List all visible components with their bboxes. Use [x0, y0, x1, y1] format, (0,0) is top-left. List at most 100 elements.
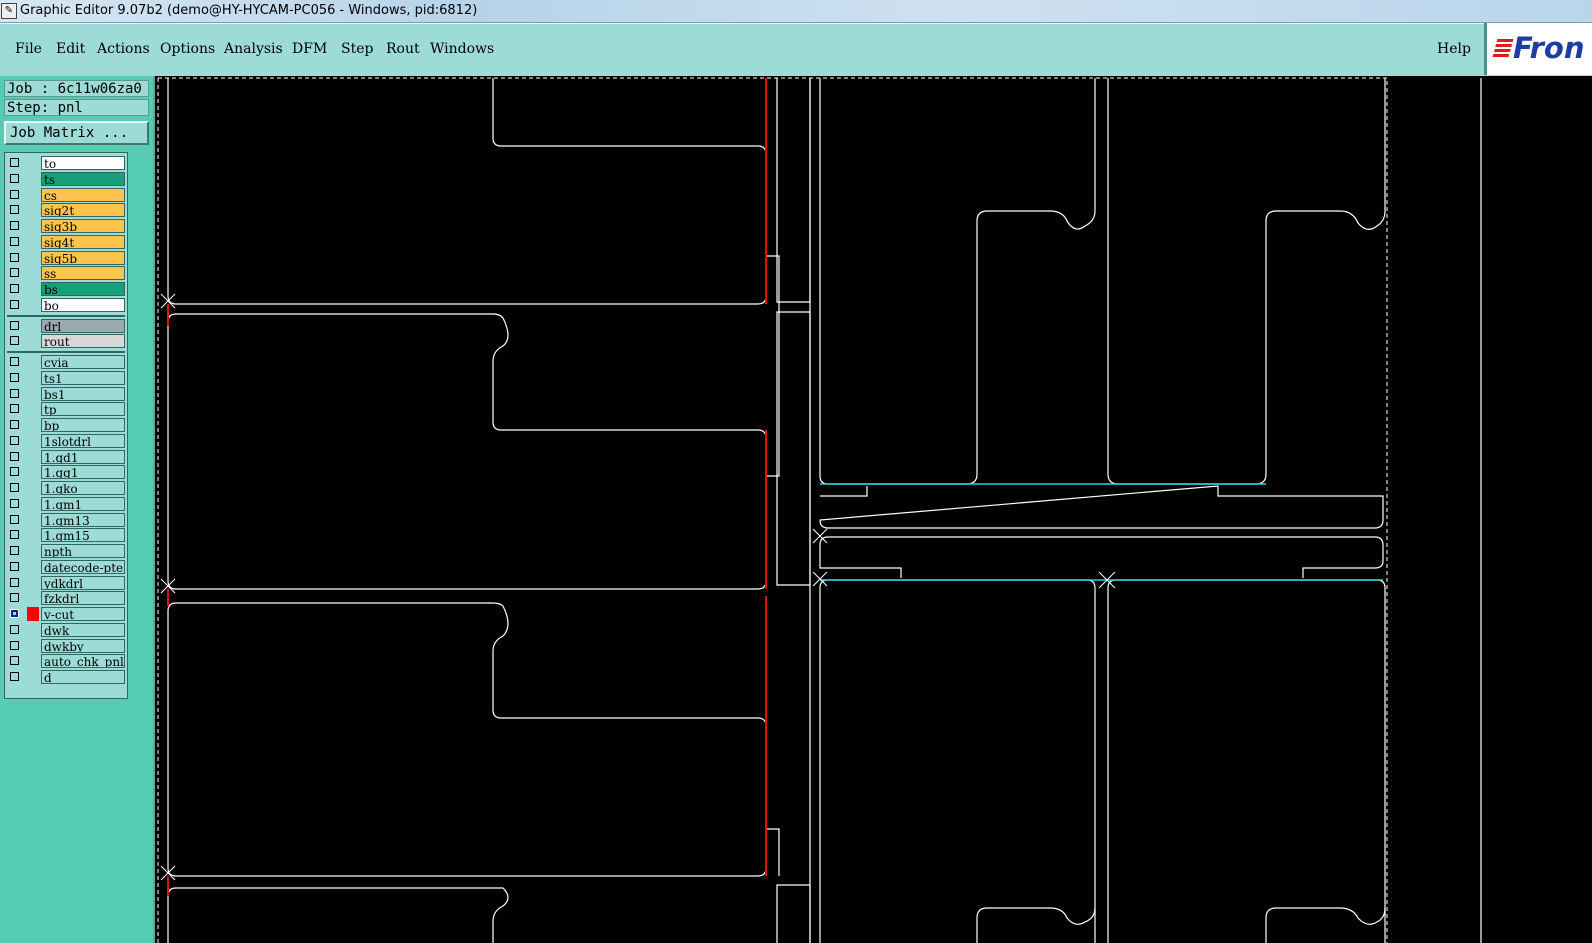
layer-checkbox[interactable] [10, 577, 19, 587]
layer-row-bo[interactable]: bo [7, 297, 125, 313]
layer-checkbox[interactable] [10, 546, 19, 555]
layer-row-dwk[interactable]: dwk [7, 622, 125, 638]
layer-checkbox[interactable] [10, 498, 19, 508]
layer-name[interactable]: dwkby [41, 638, 125, 653]
layer-row-tp[interactable]: tp [7, 402, 125, 417]
menu-windows[interactable]: Windows [430, 41, 494, 57]
layer-name[interactable]: 1.gm1 [41, 496, 125, 511]
layer-checkbox[interactable] [10, 252, 19, 262]
layer-row-fzkdrl[interactable]: fzkdrl [7, 591, 125, 606]
layer-name[interactable]: bs [41, 282, 125, 296]
layer-name[interactable]: ydkdrl [41, 575, 125, 590]
layer-row-auto_chk_pnl[interactable]: auto_chk_pnl [7, 654, 125, 669]
layer-name[interactable]: 1.gm13 [41, 512, 125, 527]
layer-name[interactable]: bp [41, 418, 125, 432]
layer-checkbox[interactable] [10, 672, 19, 681]
layer-checkbox[interactable] [10, 284, 19, 293]
layer-checkbox[interactable] [10, 320, 19, 330]
layer-name[interactable]: sig4t [41, 234, 125, 249]
layer-name[interactable]: ss [41, 266, 125, 281]
layer-name[interactable]: d [41, 670, 125, 684]
job-matrix-button[interactable]: Job Matrix ... [4, 121, 149, 145]
layer-name[interactable]: 1.gko [41, 481, 125, 495]
layer-row-1.gm15[interactable]: 1.gm15 [7, 528, 125, 543]
layer-row-to[interactable]: to [7, 156, 125, 171]
layer-name[interactable]: fzkdrl [41, 591, 125, 606]
layer-name[interactable]: sig5b [41, 250, 125, 265]
menu-dfm[interactable]: DFM [292, 41, 327, 57]
layer-name[interactable]: sig2t [41, 203, 125, 218]
layer-name[interactable]: bs1 [41, 386, 125, 401]
layer-checkbox[interactable] [10, 420, 19, 429]
layer-row-sig2t[interactable]: sig2t [7, 203, 125, 218]
layer-checkbox[interactable] [10, 640, 19, 650]
layer-name[interactable]: ts [41, 171, 125, 186]
layer-checkbox[interactable] [10, 656, 19, 666]
layer-name[interactable]: 1.gm15 [41, 528, 125, 543]
layer-checkbox[interactable] [10, 561, 19, 571]
layer-name[interactable]: ts1 [41, 370, 125, 385]
layer-row-datecode-pte[interactable]: datecode-pte [7, 559, 125, 575]
layer-checkbox[interactable] [10, 388, 19, 398]
layer-row-sig5b[interactable]: sig5b [7, 250, 125, 266]
menu-step[interactable]: Step [341, 41, 373, 57]
layer-checkbox[interactable] [10, 435, 19, 445]
layer-checkbox[interactable] [10, 593, 19, 603]
layer-row-drl[interactable]: drl [7, 318, 125, 334]
layer-name[interactable]: 1slotdrl [41, 433, 125, 448]
layer-name[interactable]: cvia [41, 355, 125, 369]
layer-checkbox[interactable] [10, 173, 19, 183]
menu-options[interactable]: Options [160, 41, 215, 57]
layer-row-ydkdrl[interactable]: ydkdrl [7, 575, 125, 591]
layer-checkbox[interactable] [10, 268, 19, 278]
menu-analysis[interactable]: Analysis [224, 41, 283, 57]
layer-row-1.gm1[interactable]: 1.gm1 [7, 496, 125, 512]
layer-checkbox[interactable] [10, 483, 19, 492]
layer-row-d[interactable]: d [7, 670, 125, 685]
layer-row-ts1[interactable]: ts1 [7, 370, 125, 386]
menu-file[interactable]: File [15, 41, 42, 57]
layer-name[interactable]: sig3b [41, 219, 125, 233]
layer-checkbox[interactable] [10, 205, 19, 215]
menu-help[interactable]: Help [1437, 41, 1471, 57]
menu-actions[interactable]: Actions [97, 41, 150, 57]
layer-name[interactable]: 1.gg1 [41, 465, 125, 480]
layer-checkbox[interactable] [10, 221, 19, 230]
layer-row-dwkby[interactable]: dwkby [7, 638, 125, 654]
layer-row-1.gd1[interactable]: 1.gd1 [7, 449, 125, 465]
menu-rout[interactable]: Rout [386, 41, 420, 57]
layer-checkbox[interactable] [10, 158, 19, 167]
layer-row-bp[interactable]: bp [7, 418, 125, 433]
layer-checkbox[interactable] [10, 609, 19, 618]
layer-row-npth[interactable]: npth [7, 544, 125, 559]
layer-name[interactable]: rout [41, 334, 125, 349]
layer-name[interactable]: 1.gd1 [41, 449, 125, 464]
layer-row-rout[interactable]: rout [7, 334, 125, 349]
layer-checkbox[interactable] [10, 514, 19, 524]
layer-name[interactable]: v-cut [41, 607, 125, 621]
menu-edit[interactable]: Edit [56, 41, 85, 57]
layer-row-bs1[interactable]: bs1 [7, 386, 125, 402]
layer-row-bs[interactable]: bs [7, 282, 125, 297]
layer-name[interactable]: datecode-pte [41, 559, 125, 574]
layer-checkbox[interactable] [10, 624, 19, 634]
layer-row-cs[interactable]: cs [7, 187, 125, 203]
layer-row-v-cut[interactable]: v-cut [7, 607, 125, 622]
layer-name[interactable]: tp [41, 402, 125, 417]
layer-name[interactable]: bo [41, 297, 125, 312]
layer-checkbox[interactable] [10, 236, 19, 246]
layer-checkbox[interactable] [10, 530, 19, 540]
layer-checkbox[interactable] [10, 404, 19, 414]
layer-checkbox[interactable] [10, 451, 19, 461]
layer-row-ts[interactable]: ts [7, 171, 125, 187]
layer-row-1slotdrl[interactable]: 1slotdrl [7, 433, 125, 449]
layer-row-sig4t[interactable]: sig4t [7, 234, 125, 250]
layer-name[interactable]: cs [41, 187, 125, 202]
layer-name[interactable]: npth [41, 544, 125, 558]
layer-name[interactable]: dwk [41, 622, 125, 637]
layer-row-ss[interactable]: ss [7, 266, 125, 281]
layer-row-sig3b[interactable]: sig3b [7, 219, 125, 234]
layer-name[interactable]: drl [41, 318, 125, 333]
layer-checkbox[interactable] [10, 357, 19, 366]
layer-checkbox[interactable] [10, 299, 19, 309]
